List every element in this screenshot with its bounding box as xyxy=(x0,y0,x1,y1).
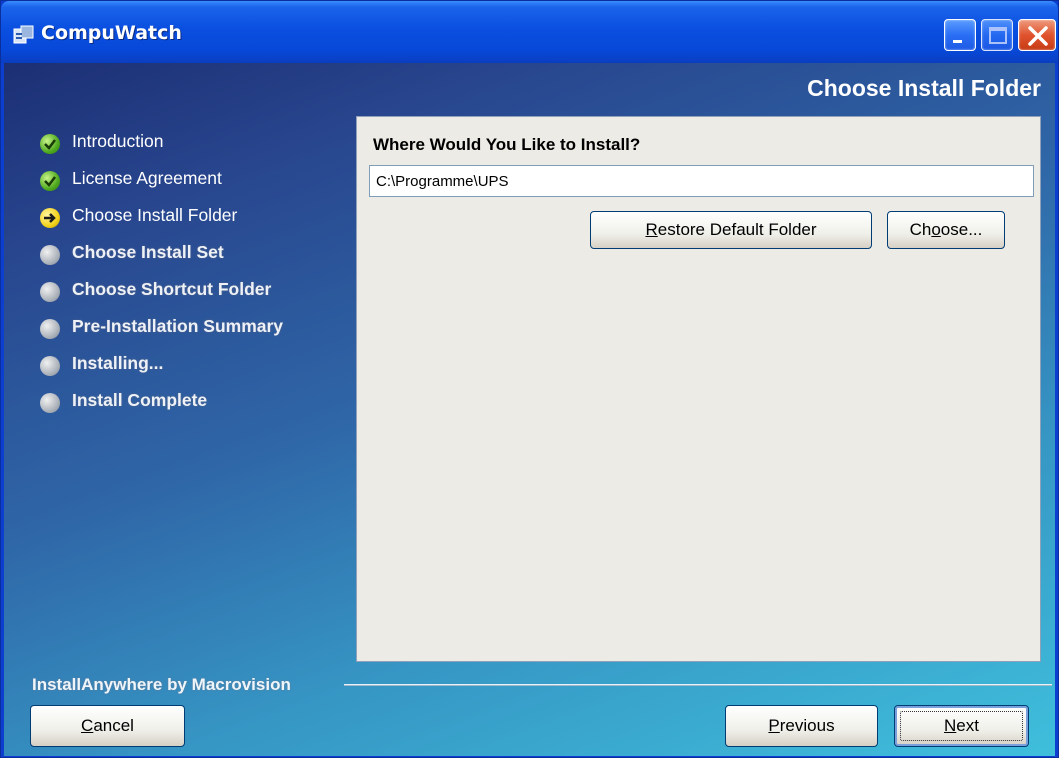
step-label: Install Complete xyxy=(72,390,208,410)
button-label-part: ancel xyxy=(93,716,134,735)
pending-dot-icon xyxy=(40,393,60,413)
installer-window: CompuWatch Choose Install Folder Introdu… xyxy=(0,0,1059,758)
button-label-part: revious xyxy=(779,716,835,735)
page-title: Choose Install Folder xyxy=(807,75,1041,101)
step-label: Introduction xyxy=(72,131,164,151)
button-label-part: ose... xyxy=(940,220,983,239)
step-label: Installing... xyxy=(72,353,164,373)
pending-dot-icon xyxy=(40,319,60,339)
install-path-input[interactable] xyxy=(369,165,1034,197)
previous-button[interactable]: Previous xyxy=(725,705,878,747)
restore-default-folder-button[interactable]: Restore Default Folder xyxy=(590,211,872,249)
minimize-button[interactable] xyxy=(944,19,976,51)
check-icon xyxy=(40,134,60,154)
choose-folder-button[interactable]: Choose... xyxy=(887,211,1005,249)
minimize-icon xyxy=(953,40,962,43)
installer-client-area: Choose Install Folder Introduction Licen… xyxy=(4,63,1055,756)
installer-app-icon xyxy=(13,25,35,45)
close-icon xyxy=(1028,26,1048,46)
button-mnemonic: P xyxy=(768,716,780,735)
step-label: Choose Install Folder xyxy=(72,205,238,225)
pending-dot-icon xyxy=(40,282,60,302)
next-button[interactable]: Next xyxy=(894,705,1029,747)
title-bar[interactable]: CompuWatch xyxy=(1,1,1058,63)
installer-brand-label: InstallAnywhere by Macrovision xyxy=(32,675,291,694)
step-label: Choose Shortcut Folder xyxy=(72,279,272,299)
button-mnemonic: o xyxy=(931,220,941,239)
maximize-icon xyxy=(989,27,1007,44)
pending-dot-icon xyxy=(40,356,60,376)
button-label-part: Ch xyxy=(909,220,932,239)
pending-dot-icon xyxy=(40,245,60,265)
step-label: Choose Install Set xyxy=(72,242,224,262)
maximize-button[interactable] xyxy=(981,19,1013,51)
focus-ring xyxy=(900,711,1023,741)
check-icon xyxy=(40,171,60,191)
button-label-part: estore Default Folder xyxy=(657,220,817,239)
close-button[interactable] xyxy=(1018,19,1056,51)
button-mnemonic: C xyxy=(81,716,94,735)
step-label: License Agreement xyxy=(72,168,222,188)
footer-divider xyxy=(344,684,1052,686)
cancel-button[interactable]: Cancel xyxy=(30,705,185,747)
button-mnemonic: R xyxy=(645,220,658,239)
step-label: Pre-Installation Summary xyxy=(72,316,284,336)
content-panel: Where Would You Like to Install? Restore… xyxy=(356,116,1041,662)
install-location-heading: Where Would You Like to Install? xyxy=(373,135,641,154)
window-title: CompuWatch xyxy=(41,22,182,44)
arrow-right-icon xyxy=(40,208,60,228)
